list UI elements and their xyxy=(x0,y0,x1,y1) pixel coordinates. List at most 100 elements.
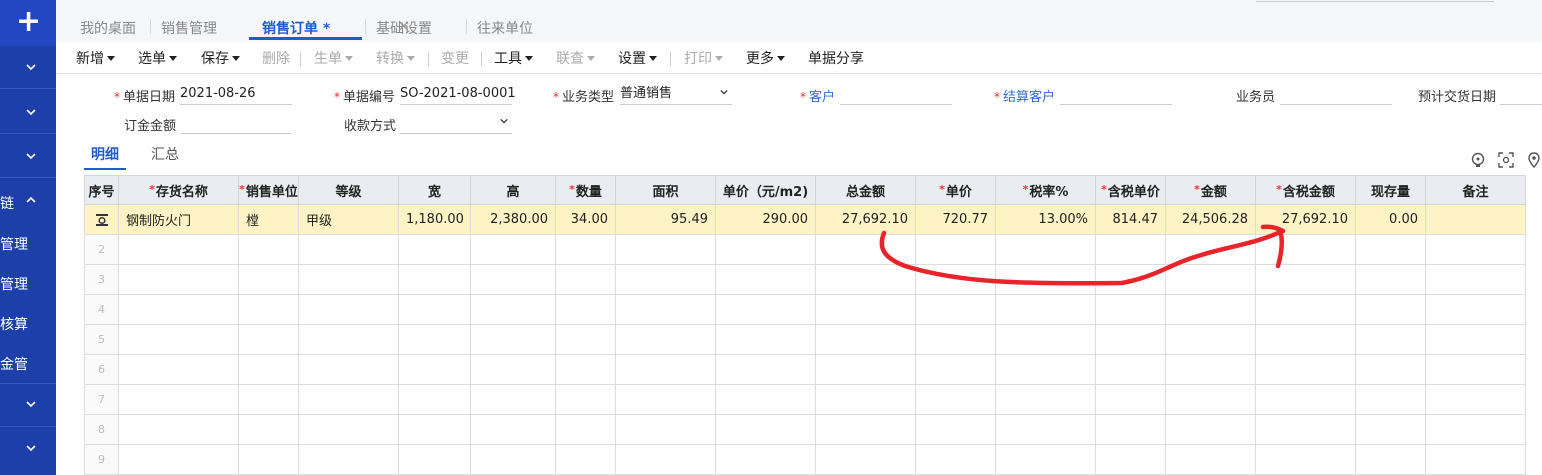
table-cell[interactable] xyxy=(1255,354,1356,385)
table-cell[interactable] xyxy=(555,354,616,385)
table-cell[interactable] xyxy=(815,384,916,415)
table-cell[interactable] xyxy=(555,384,616,415)
table-cell[interactable]: 95.49 xyxy=(615,204,716,235)
table-cell[interactable] xyxy=(1355,264,1426,295)
tab-basic-settings[interactable]: 基础设置 xyxy=(376,18,432,38)
table-cell[interactable] xyxy=(118,384,239,415)
settings-button[interactable]: 设置 xyxy=(618,48,657,68)
settle-customer-field[interactable] xyxy=(1060,84,1172,105)
table-cell[interactable] xyxy=(470,324,556,355)
row-index-cell[interactable]: 9 xyxy=(84,444,119,475)
table-cell[interactable] xyxy=(118,444,239,475)
table-cell[interactable] xyxy=(615,354,716,385)
table-cell[interactable] xyxy=(238,294,299,325)
table-cell[interactable] xyxy=(298,324,399,355)
col-header-tax-unit-price[interactable]: *含税单价 xyxy=(1095,175,1166,205)
table-cell[interactable] xyxy=(298,294,399,325)
tab-sales-management[interactable]: 销售管理 xyxy=(161,18,217,38)
doc-no-field[interactable]: SO-2021-08-0001 xyxy=(400,84,516,105)
table-cell[interactable] xyxy=(615,444,716,475)
tab-desktop[interactable]: 我的桌面 xyxy=(80,18,136,38)
table-cell[interactable] xyxy=(615,264,716,295)
table-cell[interactable] xyxy=(915,444,996,475)
lightbulb-icon[interactable] xyxy=(1470,152,1486,168)
table-cell[interactable] xyxy=(1095,414,1166,445)
table-cell[interactable] xyxy=(470,444,556,475)
table-cell[interactable] xyxy=(1425,414,1526,445)
table-cell[interactable] xyxy=(815,354,916,385)
table-cell[interactable] xyxy=(915,294,996,325)
table-cell[interactable] xyxy=(1095,444,1166,475)
table-cell[interactable] xyxy=(715,294,816,325)
save-button[interactable]: 保存 xyxy=(201,48,240,68)
sidebar-subitem-1[interactable]: 管理 xyxy=(0,234,56,254)
table-cell[interactable] xyxy=(1255,234,1356,265)
table-cell[interactable] xyxy=(118,354,239,385)
table-cell[interactable] xyxy=(298,234,399,265)
table-cell[interactable] xyxy=(298,414,399,445)
table-cell[interactable] xyxy=(1165,294,1256,325)
search-box-edge[interactable] xyxy=(1256,0,1494,2)
sidebar-item-1[interactable] xyxy=(0,60,56,80)
linked-query-button[interactable]: 联查 xyxy=(556,48,595,68)
col-header-index[interactable]: 序号 xyxy=(84,175,119,205)
table-cell[interactable]: 720.77 xyxy=(915,204,996,235)
col-header-unit-price-m2[interactable]: 单价（元/m2) xyxy=(715,175,816,205)
table-cell[interactable] xyxy=(1355,384,1426,415)
table-cell[interactable] xyxy=(1095,384,1166,415)
tab-partners[interactable]: 往来单位 xyxy=(477,18,533,38)
table-cell[interactable] xyxy=(615,414,716,445)
sidebar-item-4[interactable]: 链 xyxy=(0,193,56,213)
col-header-area[interactable]: 面积 xyxy=(615,175,716,205)
table-cell[interactable]: 13.00% xyxy=(995,204,1096,235)
table-cell[interactable] xyxy=(1355,444,1426,475)
col-header-width[interactable]: 宽 xyxy=(398,175,471,205)
select-button[interactable]: 选单 xyxy=(138,48,177,68)
table-cell[interactable]: 27,692.10 xyxy=(1255,204,1356,235)
sidebar-item-5[interactable] xyxy=(0,397,56,417)
row-index-cell[interactable]: 5 xyxy=(84,324,119,355)
table-cell[interactable] xyxy=(1255,294,1356,325)
table-cell[interactable] xyxy=(398,384,471,415)
table-cell[interactable] xyxy=(1255,414,1356,445)
table-row[interactable]: 5 xyxy=(84,324,1526,355)
tab-detail[interactable]: 明细 xyxy=(91,144,119,164)
col-header-grade[interactable]: 等级 xyxy=(298,175,399,205)
tools-button[interactable]: 工具 xyxy=(494,48,533,68)
table-cell[interactable] xyxy=(815,234,916,265)
generate-button[interactable]: 生单 xyxy=(314,48,353,68)
table-cell[interactable] xyxy=(915,324,996,355)
delete-button[interactable]: 删除 xyxy=(262,48,290,68)
table-cell[interactable] xyxy=(1165,234,1256,265)
table-cell[interactable] xyxy=(1255,444,1356,475)
table-cell[interactable] xyxy=(995,264,1096,295)
table-cell[interactable] xyxy=(1425,264,1526,295)
table-cell[interactable]: 樘 xyxy=(238,204,299,235)
table-row[interactable]: 2 xyxy=(84,234,1526,265)
table-cell[interactable] xyxy=(398,264,471,295)
table-row[interactable]: 9 xyxy=(84,444,1526,475)
table-cell[interactable] xyxy=(995,444,1096,475)
row-index-cell[interactable]: 3 xyxy=(84,264,119,295)
table-cell[interactable] xyxy=(1425,324,1526,355)
table-cell[interactable] xyxy=(1425,444,1526,475)
tab-summary[interactable]: 汇总 xyxy=(151,144,179,164)
table-cell[interactable] xyxy=(118,414,239,445)
table-cell[interactable] xyxy=(1165,414,1256,445)
customer-field[interactable] xyxy=(840,84,952,105)
table-cell[interactable] xyxy=(1165,324,1256,355)
row-index-cell[interactable]: 6 xyxy=(84,354,119,385)
table-cell[interactable] xyxy=(398,414,471,445)
col-header-height[interactable]: 高 xyxy=(470,175,556,205)
table-cell[interactable] xyxy=(915,384,996,415)
col-header-sales-unit[interactable]: *销售单位 xyxy=(238,175,299,205)
row-index-cell[interactable]: 2 xyxy=(84,234,119,265)
col-header-quantity[interactable]: *数量 xyxy=(555,175,616,205)
table-cell[interactable] xyxy=(398,234,471,265)
table-cell[interactable] xyxy=(555,294,616,325)
col-header-amount[interactable]: *金额 xyxy=(1165,175,1256,205)
table-cell[interactable] xyxy=(238,324,299,355)
table-row[interactable]: 7 xyxy=(84,384,1526,415)
table-cell[interactable] xyxy=(1355,234,1426,265)
sidebar-subitem-2[interactable]: 管理 xyxy=(0,274,56,294)
